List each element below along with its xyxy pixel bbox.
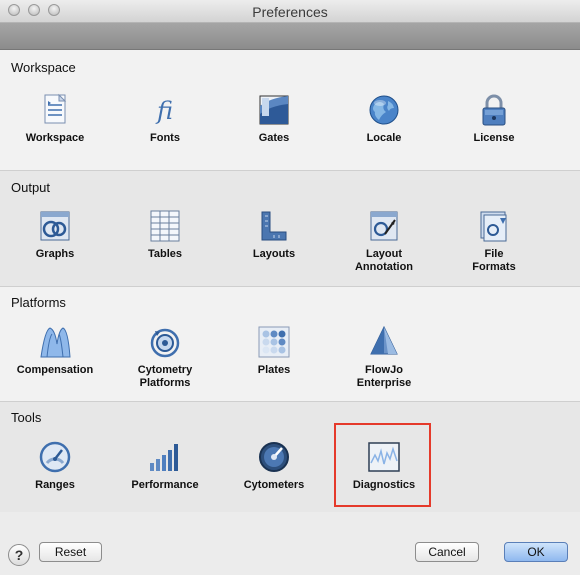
- plates-icon: [258, 326, 290, 358]
- pref-item-label: Plates: [257, 364, 291, 376]
- globe-icon: [369, 95, 399, 125]
- pref-item-layouts[interactable]: Layouts: [224, 208, 324, 261]
- preferences-window: Preferences Workspace Workspace fi Fonts: [0, 0, 580, 575]
- reset-button[interactable]: Reset: [39, 542, 102, 562]
- pref-item-label: Layout Annotation: [354, 248, 414, 273]
- cytometry-platforms-icon: [150, 328, 180, 358]
- title-bar: Preferences: [0, 0, 580, 23]
- pref-item-label: FlowJo Enterprise: [356, 364, 412, 389]
- pref-item-label: Graphs: [35, 248, 75, 260]
- help-button[interactable]: ?: [8, 544, 30, 566]
- file-formats-icon: [480, 211, 507, 242]
- section-output: Output Graphs Tables Layouts Layout Anno…: [0, 171, 580, 286]
- pref-item-license[interactable]: License: [444, 92, 544, 145]
- svg-text:fi: fi: [155, 97, 173, 125]
- section-title-workspace: Workspace: [11, 60, 76, 75]
- section-title-tools: Tools: [11, 410, 42, 425]
- layouts-icon: [261, 211, 287, 241]
- compensation-icon: [40, 327, 71, 358]
- pref-item-label: Cytometry Platforms: [137, 364, 193, 389]
- pref-item-ranges[interactable]: Ranges: [5, 439, 105, 492]
- pref-item-label: File Formats: [472, 248, 516, 273]
- pref-item-flowjo-enterprise[interactable]: FlowJo Enterprise: [334, 324, 434, 390]
- pref-item-graphs[interactable]: Graphs: [5, 208, 105, 261]
- workspace-icon: [44, 93, 67, 124]
- pref-item-label: Compensation: [16, 364, 94, 376]
- pref-item-gates[interactable]: Gates: [224, 92, 324, 145]
- toolbar-strip: [0, 23, 580, 50]
- pref-item-performance[interactable]: Performance: [115, 439, 215, 492]
- pref-item-workspace[interactable]: Workspace: [5, 92, 105, 145]
- pref-item-tables[interactable]: Tables: [115, 208, 215, 261]
- cytometers-icon: [259, 442, 289, 472]
- gates-icon: [259, 95, 289, 125]
- pref-item-label: Cytometers: [243, 479, 305, 491]
- pref-item-label: License: [473, 132, 515, 144]
- pref-item-plates[interactable]: Plates: [224, 324, 324, 377]
- section-workspace: Workspace Workspace fi Fonts Gates Local…: [0, 50, 580, 170]
- section-title-platforms: Platforms: [11, 295, 66, 310]
- ok-button[interactable]: OK: [504, 542, 568, 562]
- pref-item-label: Layouts: [252, 248, 296, 260]
- pref-item-label: Workspace: [25, 132, 85, 144]
- pref-item-label: Gates: [258, 132, 290, 144]
- pref-item-fonts[interactable]: fi Fonts: [115, 92, 215, 145]
- section-platforms: Platforms Compensation Cytometry Platfor…: [0, 287, 580, 401]
- window-title: Preferences: [252, 4, 328, 20]
- section-tools: Tools Ranges Performance Cytometers Diag…: [0, 402, 580, 512]
- graphs-icon: [40, 211, 70, 241]
- cancel-button[interactable]: Cancel: [415, 542, 479, 562]
- performance-icon: [150, 444, 178, 471]
- pref-item-label: Performance: [131, 479, 199, 491]
- pref-item-label: Fonts: [150, 132, 180, 144]
- fonts-icon: fi: [155, 97, 173, 125]
- selection-highlight: [334, 423, 431, 507]
- pref-item-label: Ranges: [35, 479, 75, 491]
- pref-item-layout-annotation[interactable]: Layout Annotation: [334, 208, 434, 274]
- tables-icon: [150, 210, 180, 242]
- lock-icon: [482, 94, 506, 126]
- pref-item-label: Locale: [366, 132, 402, 144]
- pref-item-cytometers[interactable]: Cytometers: [224, 439, 324, 492]
- flowjo-enterprise-icon: [370, 325, 398, 355]
- ranges-icon: [39, 441, 71, 473]
- pref-item-file-formats[interactable]: File Formats: [444, 208, 544, 274]
- section-title-output: Output: [11, 180, 51, 195]
- pref-item-locale[interactable]: Locale: [334, 92, 434, 145]
- layout-annotation-icon: [370, 211, 398, 241]
- pref-item-cytometry-platforms[interactable]: Cytometry Platforms: [115, 324, 215, 390]
- pref-item-compensation[interactable]: Compensation: [5, 324, 105, 377]
- pref-item-label: Tables: [147, 248, 183, 260]
